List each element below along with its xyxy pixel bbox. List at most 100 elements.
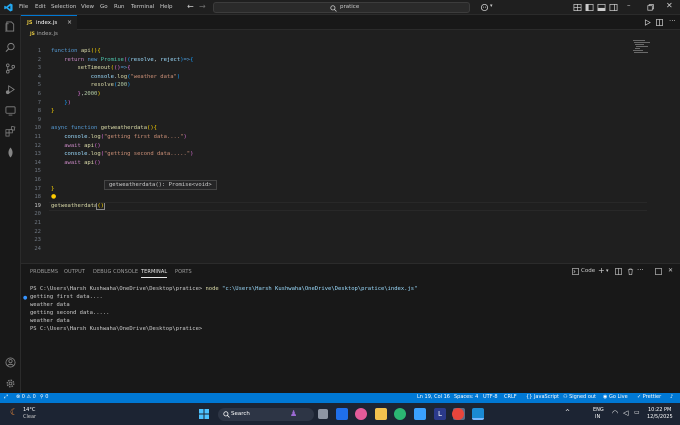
volume-icon[interactable]: ◁ <box>623 409 628 417</box>
close-tab-icon[interactable]: × <box>67 19 72 26</box>
more-actions-icon[interactable]: ··· <box>637 266 644 274</box>
menu-run[interactable]: Run <box>114 4 125 10</box>
breadcrumb[interactable]: JS index.js <box>30 31 58 37</box>
gear-icon[interactable] <box>5 378 16 389</box>
search-icon <box>223 411 230 418</box>
more-actions-icon[interactable]: ··· <box>669 17 676 25</box>
encoding[interactable]: UTF-8 <box>483 394 498 400</box>
source-control-icon[interactable] <box>5 63 16 74</box>
code-line-11: console.log("getting first data....") <box>64 134 187 140</box>
forward-arrow-icon[interactable]: → <box>199 2 206 11</box>
split-editor-icon[interactable] <box>656 19 663 26</box>
weather-icon[interactable]: ☾ <box>10 408 18 418</box>
cursor-position[interactable]: Ln 19, Col 16 <box>417 394 450 400</box>
menu-help[interactable]: Help <box>160 4 173 10</box>
app-icon-chrome[interactable] <box>452 408 464 420</box>
account-icon[interactable] <box>5 357 16 368</box>
indentation[interactable]: Spaces: 4 <box>454 394 478 400</box>
tab-index-js[interactable]: JS index.js × <box>21 15 77 30</box>
run-file-icon[interactable] <box>644 19 651 26</box>
current-line-highlight <box>49 201 647 211</box>
code-line-4: console.log("weather data") <box>90 73 181 80</box>
toggle-primary-sidebar-icon[interactable] <box>585 3 594 12</box>
remote-explorer-icon[interactable] <box>5 105 16 116</box>
menu-terminal[interactable]: Terminal <box>131 4 154 10</box>
battery-icon[interactable]: ▭ <box>634 409 640 416</box>
account-status[interactable]: ⚇ Signed out <box>563 394 596 400</box>
run-debug-icon[interactable] <box>5 84 16 95</box>
explorer-icon[interactable] <box>5 21 16 32</box>
toggle-panel-icon[interactable] <box>597 3 606 12</box>
chevron-down-icon[interactable]: ▾ <box>490 3 493 9</box>
go-live-button[interactable]: ◉ Go Live <box>603 394 628 400</box>
tab-output[interactable]: OUTPUT <box>64 269 85 275</box>
tab-debug-console[interactable]: DEBUG CONSOLE <box>93 269 138 275</box>
terminal-type-label[interactable]: Code <box>581 268 595 274</box>
close-window-icon[interactable]: ✕ <box>666 1 673 10</box>
code-editor[interactable]: 1 2 3 4 5 6 7 8 9 10 11 12 13 14 15 16 17 18 19 20 21 22 23 24 … <box>21 38 680 263</box>
line-number: 12 <box>34 142 41 149</box>
app-icon-vscode[interactable] <box>472 408 484 420</box>
close-panel-icon[interactable]: ✕ <box>668 267 673 274</box>
copilot-icon[interactable] <box>480 3 489 12</box>
line-number: 17 <box>34 185 41 192</box>
new-terminal-icon[interactable]: + <box>598 266 605 275</box>
terminal-line-command: PS C:\Users\Harsh Kushwaha\OneDrive\Desk… <box>30 286 418 292</box>
terminal-output-line: getting first data.... <box>30 294 103 300</box>
taskbar-search[interactable]: Search ♟ <box>218 408 314 421</box>
language-primary[interactable]: ENG <box>593 407 604 413</box>
menu-selection[interactable]: Selection <box>51 4 76 10</box>
prettier-status[interactable]: ✓ Prettier <box>637 394 661 400</box>
toggle-secondary-sidebar-icon[interactable] <box>609 3 618 12</box>
code-line-7: }) <box>64 99 71 106</box>
line-number: 1 <box>37 48 41 54</box>
language-mode[interactable]: {} JavaScript <box>526 394 559 400</box>
app-icon-edge[interactable] <box>394 408 406 420</box>
wifi-icon[interactable]: ◠ <box>612 409 618 417</box>
search-icon[interactable] <box>5 42 16 53</box>
line-number: 14 <box>34 159 41 166</box>
chevron-down-icon[interactable]: ▾ <box>606 268 609 274</box>
app-icon-store[interactable] <box>336 408 348 420</box>
windows-start-icon[interactable] <box>199 409 209 419</box>
chevron-up-icon[interactable]: ^ <box>565 409 570 416</box>
tab-terminal[interactable]: TERMINAL <box>141 269 168 278</box>
line-ending[interactable]: CRLF <box>504 394 517 400</box>
problems-count[interactable]: ⊗ 0 ⚠ 0 <box>16 394 36 400</box>
remote-indicator-icon[interactable]: ⤢ <box>4 394 8 400</box>
menu-view[interactable]: View <box>81 4 94 10</box>
account-label: Signed out <box>569 394 597 400</box>
ports-count[interactable]: ⚲ 0 <box>40 394 48 400</box>
restore-icon[interactable] <box>646 3 655 12</box>
tab-problems[interactable]: PROBLEMS <box>30 269 58 275</box>
menu-edit[interactable]: Edit <box>35 4 46 10</box>
line-number: 22 <box>34 228 41 235</box>
customize-layout-icon[interactable] <box>573 3 582 12</box>
line-number: 13 <box>34 151 41 158</box>
weather-temp[interactable]: 14°C <box>23 407 35 413</box>
clock-time[interactable]: 10:22 PM <box>648 407 671 413</box>
minimap[interactable] <box>633 40 651 54</box>
menu-go[interactable]: Go <box>100 4 108 10</box>
maximize-panel-icon[interactable] <box>655 268 662 275</box>
app-icon-chrome-profile[interactable] <box>355 408 367 420</box>
lightbulb-icon[interactable]: ● <box>51 193 56 200</box>
command-center-search[interactable]: pratice <box>213 2 470 13</box>
app-icon-files[interactable] <box>414 408 426 420</box>
javascript-file-icon: JS <box>27 20 33 26</box>
windows-taskbar: ☾ 14°C Clear Search ♟ L ^ ENG IN ◠ ◁ ▭ 1… <box>0 403 680 425</box>
minimize-icon[interactable]: – <box>627 1 631 9</box>
menu-file[interactable]: File <box>19 4 28 10</box>
tab-ports[interactable]: PORTS <box>175 269 192 275</box>
bell-icon[interactable]: ♪ <box>670 394 673 400</box>
code-line-12: await api() <box>64 142 101 149</box>
split-terminal-icon[interactable] <box>615 268 622 275</box>
app-icon-l[interactable]: L <box>434 408 446 420</box>
extension-icon[interactable] <box>5 126 16 137</box>
trash-icon[interactable] <box>627 268 634 275</box>
task-view-icon[interactable] <box>318 409 328 419</box>
back-arrow-icon[interactable]: ← <box>187 2 194 11</box>
mongodb-leaf-icon[interactable] <box>5 147 16 158</box>
app-icon-explorer[interactable] <box>375 408 387 420</box>
weather-desc: Clear <box>23 414 37 420</box>
